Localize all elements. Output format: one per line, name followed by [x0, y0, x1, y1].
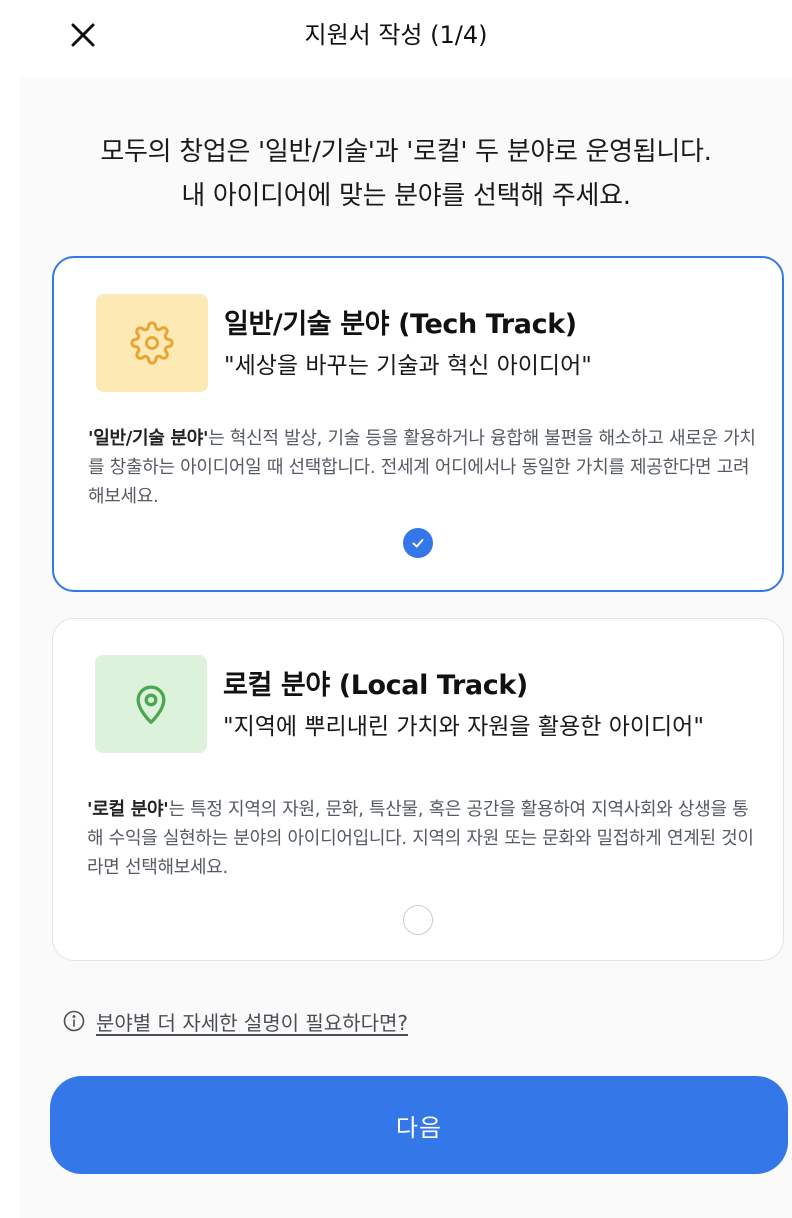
- track-card-local[interactable]: 로컬 분야 (Local Track) "지역에 뿌리내린 가치와 자원을 활용…: [52, 618, 784, 961]
- tech-track-description: '일반/기술 분야'는 혁신적 발상, 기술 등을 활용하거나 융합해 불편을 …: [88, 424, 756, 511]
- intro-line-1: 모두의 창업은 '일반/기술'과 '로컬' 두 분야로 운영됩니다.: [100, 137, 712, 167]
- track-card-tech[interactable]: 일반/기술 분야 (Tech Track) "세상을 바꾸는 기술과 혁신 아이…: [52, 256, 784, 592]
- local-track-title: 로컬 분야 (Local Track): [223, 670, 528, 701]
- check-icon: [412, 539, 424, 548]
- application-form-screen: 지원서 작성 (1/4) 모두의 창업은 '일반/기술'과 '로컬' 두 분야로…: [0, 0, 792, 1218]
- tech-track-radio[interactable]: [403, 528, 433, 558]
- info-icon: [63, 1010, 85, 1032]
- tech-track-subtitle: "세상을 바꾸는 기술과 혁신 아이디어": [224, 353, 592, 379]
- track-help-link[interactable]: 분야별 더 자세한 설명이 필요하다면?: [62, 1006, 408, 1036]
- help-link-label[interactable]: 분야별 더 자세한 설명이 필요하다면?: [96, 1007, 408, 1036]
- location-pin-icon: [136, 685, 166, 724]
- tech-track-title: 일반/기술 분야 (Tech Track): [224, 309, 577, 340]
- page-title: 지원서 작성 (1/4): [304, 21, 488, 49]
- content-area: 모두의 창업은 '일반/기술'과 '로컬' 두 분야로 운영됩니다. 내 아이디…: [20, 78, 792, 1218]
- intro-line-2: 내 아이디어에 맞는 분야를 선택해 주세요.: [181, 181, 631, 211]
- local-icon-tile: [95, 655, 207, 753]
- header: 지원서 작성 (1/4): [0, 0, 792, 76]
- local-track-desc-rest: 는 특정 지역의 자원, 문화, 특산물, 혹은 공간을 활용하여 지역사회와 …: [87, 799, 754, 878]
- local-track-desc-bold: '로컬 분야': [87, 799, 169, 820]
- tech-track-desc-bold: '일반/기술 분야': [88, 428, 209, 449]
- local-track-radio[interactable]: [403, 905, 433, 935]
- local-track-description: '로컬 분야'는 특정 지역의 자원, 문화, 특산물, 혹은 공간을 활용하여…: [87, 795, 755, 882]
- gear-icon: [130, 321, 174, 365]
- local-track-subtitle: "지역에 뿌리내린 가치와 자원을 활용한 아이디어": [223, 714, 704, 740]
- next-button[interactable]: 다음: [50, 1076, 788, 1174]
- intro-text: 모두의 창업은 '일반/기술'과 '로컬' 두 분야로 운영됩니다. 내 아이디…: [20, 130, 792, 218]
- tech-icon-tile: [96, 294, 208, 392]
